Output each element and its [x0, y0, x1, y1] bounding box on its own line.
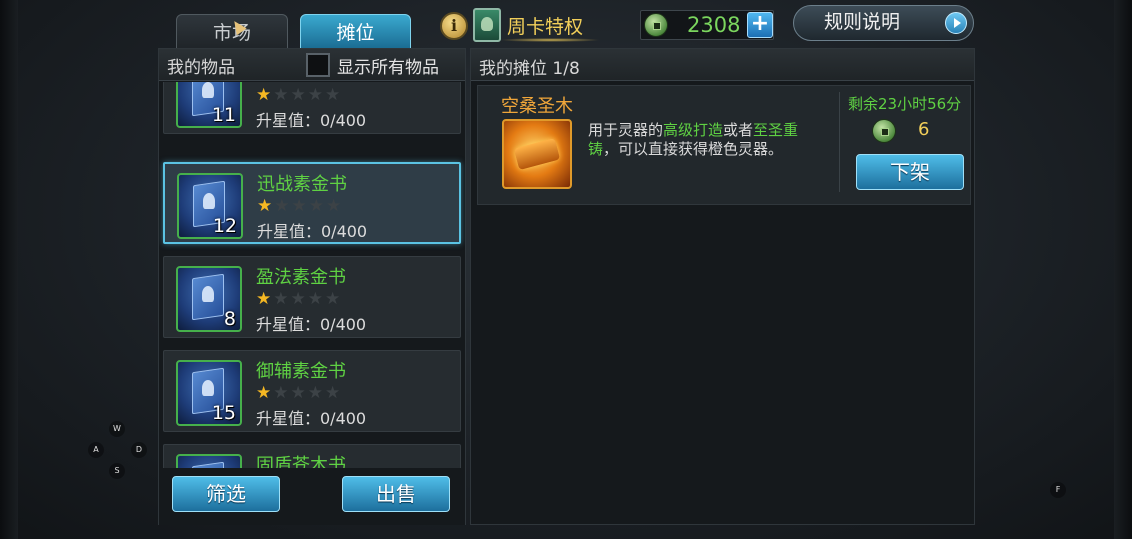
star-icon: ★: [256, 383, 274, 403]
item-count: 12: [212, 215, 237, 237]
listing-price: 6: [918, 119, 930, 140]
stall-title: 我的摊位 1/8: [479, 59, 580, 79]
arrow-right-icon: [945, 12, 967, 34]
star-icon: ★: [273, 85, 291, 105]
skill-book-icon: 12: [177, 173, 243, 239]
star-icon: ★: [307, 383, 325, 403]
inventory-header: 我的物品 显示所有物品: [159, 49, 465, 81]
item-count: 8: [223, 308, 236, 330]
listing-description: 用于灵器的高级打造或者至圣重铸，可以直接获得橙色灵器。: [588, 121, 828, 159]
star-icon: ★: [273, 289, 291, 309]
inventory-item[interactable]: 11固盾素金书★★★★★升星值：0/400: [163, 82, 461, 134]
filter-button[interactable]: 筛选: [172, 476, 280, 512]
listing-name: 空桑圣木: [501, 96, 573, 117]
show-all-checkbox[interactable]: [306, 53, 330, 77]
sell-button[interactable]: 出售: [342, 476, 450, 512]
jade-coin-icon: [644, 13, 668, 37]
stall-listing[interactable]: 空桑圣木 用于灵器的高级打造或者至圣重铸，可以直接获得橙色灵器。 剩余23小时5…: [477, 85, 971, 205]
star-icon: ★: [256, 85, 274, 105]
key-hint-f: F: [1050, 482, 1066, 498]
weekly-card-icon[interactable]: [473, 8, 501, 42]
sacred-wood-icon[interactable]: [502, 119, 572, 189]
key-hint-w: W: [109, 421, 125, 437]
skill-book-icon: [176, 454, 242, 468]
star-icon: ★: [307, 289, 325, 309]
star-icon: ★: [274, 196, 292, 216]
add-currency-button[interactable]: +: [747, 12, 773, 38]
star-rating: ★★★★★: [257, 196, 343, 216]
stall-header: 我的摊位 1/8: [471, 49, 974, 81]
currency-amount: 2308: [687, 13, 741, 37]
star-icon: ★: [257, 196, 275, 216]
star-rating: ★★★★★: [256, 85, 342, 105]
star-icon: ★: [308, 196, 326, 216]
item-name: 盈法素金书: [256, 267, 346, 288]
star-icon: ★: [256, 289, 274, 309]
divider: [839, 92, 840, 192]
inventory-panel: 我的物品 显示所有物品 11固盾素金书★★★★★升星值：0/40012迅战素金书…: [158, 48, 466, 525]
skill-book-icon: 15: [176, 360, 242, 426]
item-name: 固盾苍木书: [256, 455, 346, 468]
delist-button[interactable]: 下架: [856, 154, 964, 190]
upgrade-value: 升星值：0/400: [256, 315, 367, 334]
inventory-item[interactable]: 12 迅战素金书 ★★★★★ 升星值：0/400: [163, 162, 461, 244]
info-icon[interactable]: i: [440, 12, 468, 40]
upgrade-value: 升星值：0/400: [256, 409, 367, 428]
description-text: 或者: [723, 121, 754, 139]
jade-coin-icon: [872, 119, 896, 143]
star-icon: ★: [325, 85, 343, 105]
inventory-item[interactable]: 15 御辅素金书 ★★★★★ 升星值：0/400: [163, 350, 461, 432]
star-icon: ★: [273, 383, 291, 403]
key-hint-s: S: [109, 463, 125, 479]
inventory-item[interactable]: 固盾苍木书★★★★★: [163, 444, 461, 468]
show-all-label[interactable]: 显示所有物品: [337, 53, 439, 78]
star-icon: ★: [325, 289, 343, 309]
upgrade-value: 升星值：0/400: [257, 222, 368, 241]
skill-book-icon: 8: [176, 266, 242, 332]
item-count: 11: [211, 104, 236, 126]
item-name: 御辅素金书: [256, 361, 346, 382]
inventory-actions: 筛选 出售: [159, 469, 465, 525]
description-text: ，可以直接获得橙色灵器。: [603, 140, 784, 158]
description-text: 用于灵器的: [588, 121, 664, 139]
star-rating: ★★★★★: [256, 383, 342, 403]
description-highlight: 高级打造: [663, 121, 724, 139]
rules-button[interactable]: 规则说明: [793, 5, 974, 41]
inventory-item[interactable]: 8 盈法素金书 ★★★★★ 升星值：0/400: [163, 256, 461, 338]
item-name: 迅战素金书: [257, 174, 347, 195]
inventory-list[interactable]: 11固盾素金书★★★★★升星值：0/40012迅战素金书★★★★★升星值：0/4…: [159, 82, 465, 468]
key-hint-a: A: [88, 442, 104, 458]
star-icon: ★: [291, 196, 309, 216]
right-edge: [1114, 0, 1132, 539]
tab-market[interactable]: 市场: [176, 14, 288, 50]
star-icon: ★: [290, 383, 308, 403]
item-count: 15: [211, 402, 236, 424]
star-rating: ★★★★★: [256, 289, 342, 309]
rules-button-label: 规则说明: [824, 11, 901, 33]
upgrade-value: 升星值：0/400: [256, 111, 367, 130]
star-icon: ★: [326, 196, 344, 216]
star-icon: ★: [307, 85, 325, 105]
star-icon: ★: [290, 289, 308, 309]
time-remaining: 剩余23小时56分: [848, 95, 962, 113]
inventory-title: 我的物品: [167, 58, 235, 78]
weekly-card-glow: [500, 38, 600, 42]
weekly-card-label[interactable]: 周卡特权: [507, 12, 583, 39]
left-edge: [0, 0, 18, 539]
star-icon: ★: [290, 85, 308, 105]
stall-panel: 我的摊位 1/8 空桑圣木 用于灵器的高级打造或者至圣重铸，可以直接获得橙色灵器…: [470, 48, 975, 525]
star-icon: ★: [325, 383, 343, 403]
skill-book-icon: 11: [176, 82, 242, 128]
key-hint-d: D: [131, 442, 147, 458]
tab-stall[interactable]: 摊位: [300, 14, 411, 50]
